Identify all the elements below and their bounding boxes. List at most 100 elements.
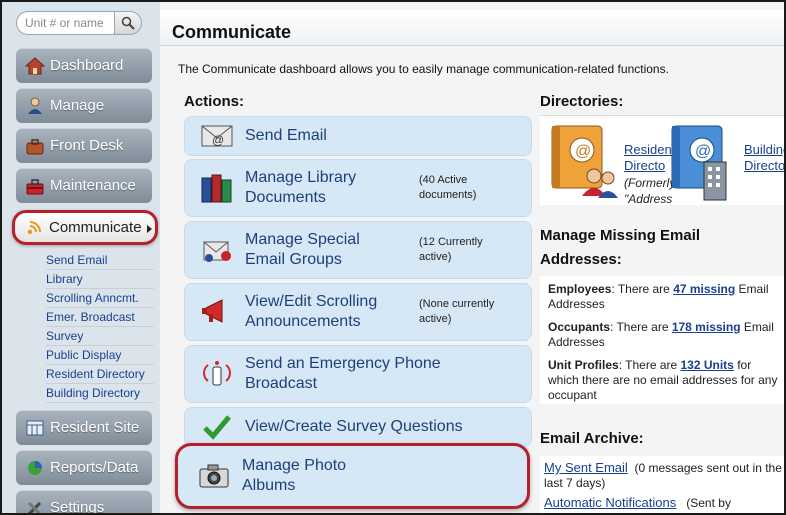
- subnav-survey[interactable]: Survey: [46, 327, 154, 346]
- action-scrolling-announcements[interactable]: View/Edit Scrolling Announcements (None c…: [184, 283, 532, 341]
- row-label: Unit Profiles: [548, 358, 619, 372]
- grid-icon: [24, 418, 46, 438]
- row-label: Employees: [548, 282, 612, 296]
- unit-profiles-link[interactable]: 132 Units: [681, 358, 734, 372]
- checkmark-icon: [197, 407, 237, 447]
- missing-email-title: Manage Missing Email Addresses:: [540, 224, 700, 272]
- nav-front-desk[interactable]: Front Desk: [16, 128, 152, 163]
- resident-directory-icon: @: [546, 120, 620, 203]
- person-icon: [24, 96, 46, 116]
- action-note: active): [419, 313, 452, 325]
- nav-maintenance[interactable]: Maintenance: [16, 168, 152, 203]
- sent-email-row: My Sent Email (0 messages sent out in th…: [544, 460, 782, 491]
- action-note: documents): [419, 189, 477, 201]
- action-label: View/Edit Scrolling: [245, 293, 378, 310]
- occupants-missing-link[interactable]: 178 missing: [672, 320, 741, 334]
- dir-link-text: Directo: [744, 158, 786, 173]
- nav-manage[interactable]: Manage: [16, 88, 152, 123]
- unit-search: [16, 11, 142, 35]
- svg-text:@: @: [695, 143, 711, 160]
- subnav-emergency-broadcast[interactable]: Emer. Broadcast: [46, 308, 154, 327]
- subnav-scrolling-announcement[interactable]: Scrolling Anncmt.: [46, 289, 154, 308]
- books-icon: [197, 168, 237, 208]
- my-sent-email-link[interactable]: My Sent Email: [544, 460, 628, 475]
- nav-dashboard[interactable]: Dashboard: [16, 48, 152, 83]
- actions-title: Actions:: [184, 93, 244, 110]
- nav-reports-data[interactable]: Reports/Data: [16, 450, 152, 485]
- nav-label: Resident Site: [50, 419, 140, 436]
- sidebar: Dashboard Manage Front Desk Maintenance …: [2, 2, 160, 515]
- action-photo-albums[interactable]: Manage Photo Albums: [175, 443, 530, 509]
- nav-label: Front Desk: [50, 137, 124, 154]
- resident-directory-link[interactable]: Residen Directo: [624, 142, 672, 174]
- missing-title-line: Manage Missing Email: [540, 227, 701, 244]
- action-label: Manage Photo: [242, 457, 347, 474]
- building-directory-link[interactable]: Building Directo: [744, 142, 786, 174]
- megaphone-icon: [197, 292, 237, 332]
- subnav-library[interactable]: Library: [46, 270, 154, 289]
- action-note: (12 Currently: [419, 236, 483, 248]
- email-archive-box: My Sent Email (0 messages sent out in th…: [540, 456, 784, 513]
- main-panel: Communicate The Communicate dashboard al…: [160, 2, 786, 513]
- row-label: Occupants: [548, 320, 611, 334]
- subnav-resident-directory[interactable]: Resident Directory: [46, 365, 154, 384]
- employees-missing-link[interactable]: 47 missing: [673, 282, 735, 296]
- search-button[interactable]: [114, 11, 142, 35]
- automatic-notifications-row: Automatic Notifications (Sent by: [544, 495, 782, 511]
- chevron-right-icon: [147, 225, 152, 233]
- house-icon: [24, 56, 46, 76]
- action-manage-library[interactable]: Manage Library Documents (40 Active docume…: [184, 159, 532, 217]
- missing-title-line: Addresses:: [540, 251, 622, 268]
- nav-label: Settings: [50, 499, 105, 515]
- unit-search-input[interactable]: [16, 11, 116, 35]
- communicate-subnav: Send Email Library Scrolling Anncmt. Eme…: [46, 251, 154, 403]
- row-text: : There are: [611, 282, 674, 296]
- action-label: Manage Library: [245, 169, 357, 186]
- svg-text:@: @: [575, 143, 591, 160]
- broadcast-icon: [23, 218, 45, 238]
- row-text: : There are: [610, 320, 672, 334]
- nav-communicate[interactable]: Communicate: [12, 210, 158, 245]
- toolbox-icon: [24, 176, 46, 196]
- action-label: View/Create Survey Questions: [245, 418, 463, 435]
- employees-row: Employees: There are 47 missing Email Ad…: [548, 282, 778, 312]
- action-survey-questions[interactable]: View/Create Survey Questions: [184, 407, 532, 447]
- occupants-row: Occupants: There are 178 missing Email A…: [548, 320, 778, 350]
- nav-settings[interactable]: Settings: [16, 490, 152, 515]
- email-icon: @: [197, 116, 237, 156]
- email-archive-title: Email Archive:: [540, 430, 644, 447]
- nav-label: Manage: [50, 97, 105, 114]
- action-label: Broadcast: [245, 375, 318, 392]
- subnav-send-email[interactable]: Send Email: [46, 251, 154, 270]
- briefcase-icon: [24, 136, 46, 156]
- action-manage-email-groups[interactable]: Manage Special Email Groups (12 Currently…: [184, 221, 532, 279]
- missing-email-box: Employees: There are 47 missing Email Ad…: [540, 276, 784, 404]
- nav-label: Maintenance: [50, 177, 136, 194]
- nav-resident-site[interactable]: Resident Site: [16, 410, 152, 445]
- action-label: Manage Special: [245, 231, 360, 248]
- camera-icon: [194, 456, 234, 496]
- action-note: (40 Active: [419, 174, 468, 186]
- directories-title: Directories:: [540, 93, 624, 110]
- action-note: active): [419, 251, 452, 263]
- action-label: Send an Emergency Phone: [245, 355, 441, 372]
- action-label: Send Email: [245, 127, 327, 144]
- action-send-email[interactable]: @ Send Email: [184, 116, 532, 156]
- nav-label: Communicate: [49, 219, 142, 236]
- action-emergency-broadcast[interactable]: Send an Emergency Phone Broadcast: [184, 345, 532, 403]
- dir-link-text: Directo: [624, 158, 666, 173]
- dir-link-text: Building: [744, 142, 786, 157]
- building-directory-icon: @: [668, 122, 740, 207]
- email-group-icon: [197, 230, 237, 270]
- action-note: (None currently: [419, 298, 495, 310]
- row-text: (Sent by: [686, 496, 731, 510]
- subnav-building-directory[interactable]: Building Directory: [46, 384, 154, 403]
- directories-box: @ Residen Directo (Formerly "Address @ Bui…: [540, 115, 786, 207]
- emergency-phone-icon: [197, 354, 237, 394]
- wrench-icon: [24, 498, 46, 513]
- automatic-notifications-link[interactable]: Automatic Notifications: [544, 495, 676, 510]
- dir-link-text: Residen: [624, 142, 672, 157]
- subnav-public-display[interactable]: Public Display: [46, 346, 154, 365]
- svg-text:@: @: [212, 133, 224, 147]
- action-label: Announcements: [245, 313, 361, 330]
